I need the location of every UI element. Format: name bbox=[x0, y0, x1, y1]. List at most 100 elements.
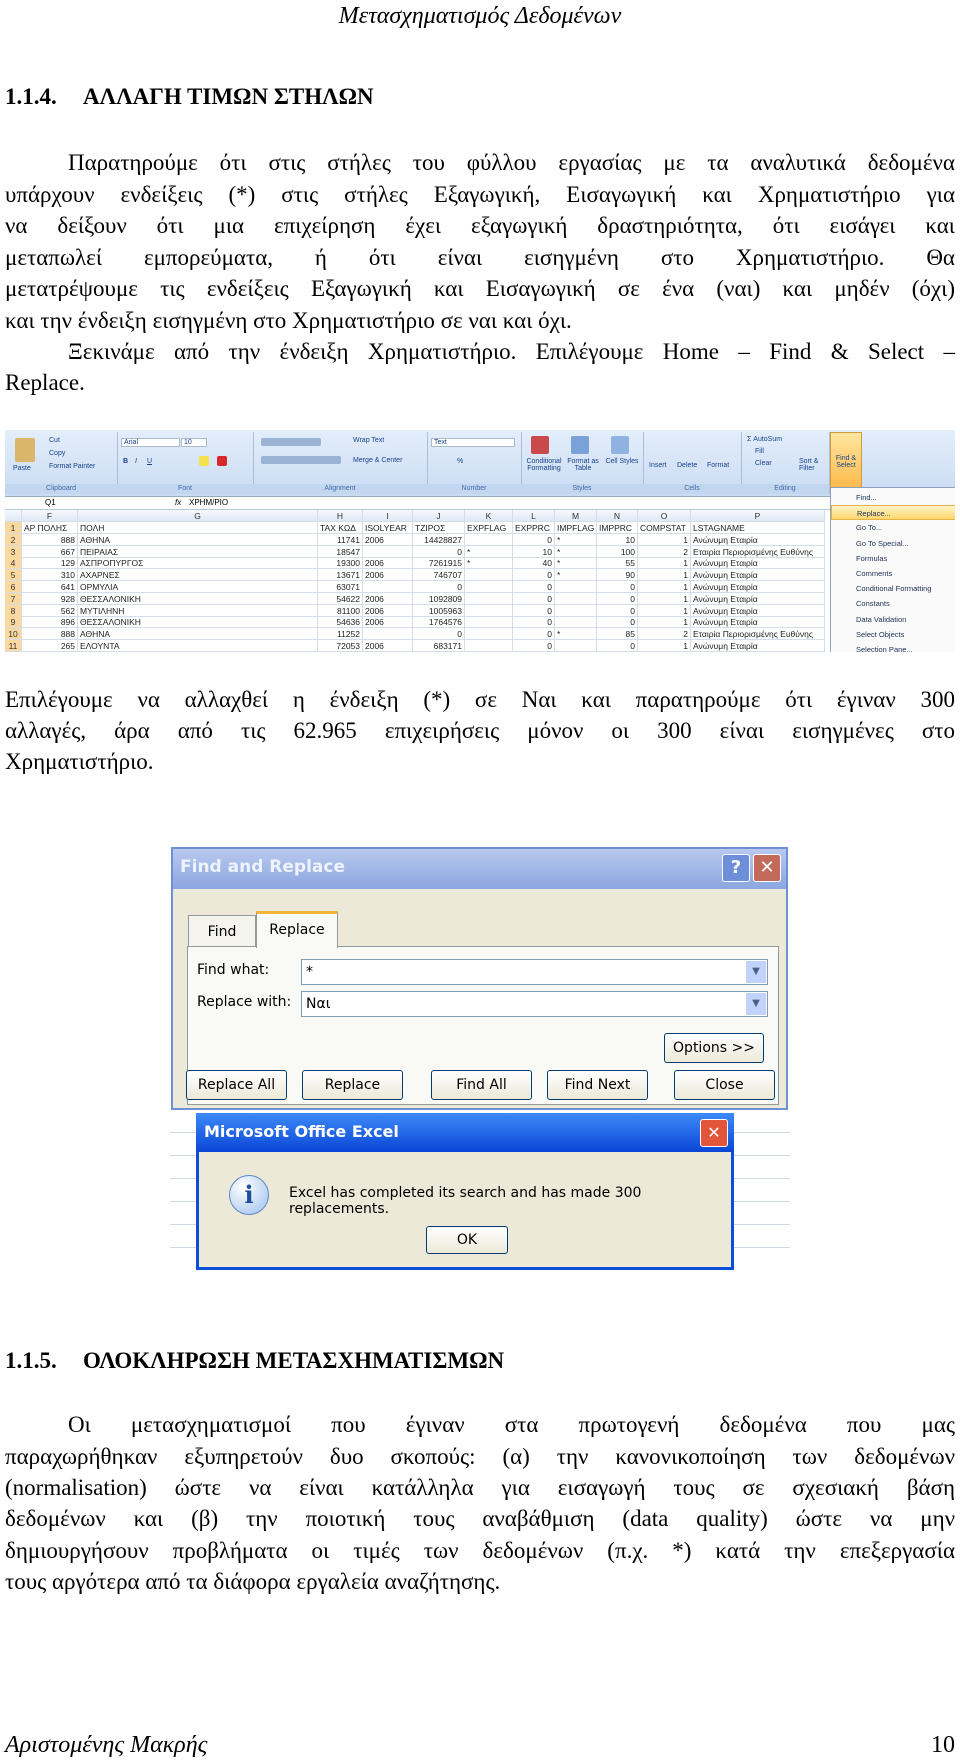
sort-filter-button[interactable]: Sort & Filter bbox=[799, 458, 827, 472]
cell[interactable]: 90 bbox=[597, 569, 638, 582]
row-header[interactable]: 4 bbox=[5, 557, 22, 570]
cell[interactable] bbox=[465, 616, 513, 629]
menu-item[interactable]: Find... bbox=[831, 490, 955, 505]
cell[interactable]: 2 bbox=[638, 628, 691, 641]
column-header[interactable]: J bbox=[413, 510, 465, 522]
row-header[interactable]: 9 bbox=[5, 616, 22, 629]
column-header[interactable]: H bbox=[318, 510, 363, 522]
column-header[interactable]: I bbox=[363, 510, 413, 522]
cell[interactable]: 1 bbox=[638, 616, 691, 629]
column-header[interactable]: G bbox=[78, 510, 318, 522]
cell[interactable]: 2006 bbox=[363, 533, 413, 546]
column-header[interactable]: N bbox=[597, 510, 638, 522]
cell[interactable]: 1092809 bbox=[413, 592, 465, 605]
cell[interactable] bbox=[465, 569, 513, 582]
cell[interactable]: EXPPRC bbox=[513, 522, 555, 534]
formula-input[interactable]: XPHM/PIO bbox=[189, 497, 228, 509]
cell[interactable]: 0 bbox=[513, 592, 555, 605]
cell[interactable]: 310 bbox=[22, 569, 78, 582]
fill-button[interactable]: Fill bbox=[755, 448, 764, 455]
cell[interactable]: 0 bbox=[513, 533, 555, 546]
format-button[interactable]: Format bbox=[707, 462, 729, 469]
cell[interactable]: 683171 bbox=[413, 640, 465, 652]
cell[interactable]: * bbox=[555, 545, 597, 558]
cell[interactable]: 1 bbox=[638, 533, 691, 546]
cell[interactable]: 2006 bbox=[363, 557, 413, 570]
cell[interactable]: LSTAGNAME bbox=[691, 522, 825, 534]
cell[interactable]: 1005963 bbox=[413, 604, 465, 617]
cell[interactable]: 2 bbox=[638, 545, 691, 558]
underline-button[interactable]: U bbox=[147, 458, 152, 465]
ok-button[interactable]: OK bbox=[426, 1226, 508, 1254]
cell[interactable]: 667 bbox=[22, 545, 78, 558]
cell[interactable]: 18547 bbox=[318, 545, 363, 558]
cell[interactable]: Ανώνυμη Εταιρία bbox=[691, 604, 825, 617]
cell[interactable]: * bbox=[555, 628, 597, 641]
close-button[interactable]: Close bbox=[674, 1070, 775, 1100]
cell[interactable]: 641 bbox=[22, 581, 78, 593]
cell[interactable]: 54622 bbox=[318, 592, 363, 605]
cell[interactable]: 72053 bbox=[318, 640, 363, 652]
cell[interactable]: 0 bbox=[597, 616, 638, 629]
close-icon[interactable]: ✕ bbox=[753, 854, 781, 882]
cell[interactable] bbox=[555, 592, 597, 605]
cell[interactable]: ΘΕΣΣΑΛΟΝΙΚΗ bbox=[78, 616, 318, 629]
insert-button[interactable]: Insert bbox=[649, 462, 667, 469]
cell[interactable]: 928 bbox=[22, 592, 78, 605]
cell[interactable]: 11252 bbox=[318, 628, 363, 641]
percent-button[interactable]: % bbox=[457, 458, 463, 465]
fill-color-icon[interactable] bbox=[199, 456, 209, 466]
row-header[interactable]: 3 bbox=[5, 545, 22, 558]
cell[interactable]: * bbox=[555, 557, 597, 570]
cell[interactable]: 19300 bbox=[318, 557, 363, 570]
row-header[interactable]: 1 bbox=[5, 522, 22, 534]
cell[interactable]: IMPPRC bbox=[597, 522, 638, 534]
cell[interactable]: 10 bbox=[597, 533, 638, 546]
find-all-button[interactable]: Find All bbox=[431, 1070, 532, 1100]
cell[interactable] bbox=[555, 581, 597, 593]
row-header[interactable]: 5 bbox=[5, 569, 22, 582]
cell[interactable] bbox=[363, 581, 413, 593]
replace-with-input[interactable]: Ναι ▼ bbox=[301, 991, 768, 1017]
cell[interactable]: 0 bbox=[513, 604, 555, 617]
find-select-button[interactable]: Find & Select bbox=[830, 432, 862, 490]
cell[interactable]: Ανώνυμη Εταιρία bbox=[691, 616, 825, 629]
help-button[interactable]: ? bbox=[722, 854, 750, 882]
cell[interactable] bbox=[555, 640, 597, 652]
row-header[interactable]: 7 bbox=[5, 592, 22, 605]
cell[interactable]: ΠΟΛΗ bbox=[78, 522, 318, 534]
cell[interactable]: 100 bbox=[597, 545, 638, 558]
cell[interactable]: * bbox=[555, 533, 597, 546]
align-icons[interactable] bbox=[261, 438, 321, 446]
font-name-select[interactable]: Arial bbox=[121, 438, 180, 447]
cell[interactable]: 896 bbox=[22, 616, 78, 629]
merge-center-button[interactable]: Merge & Center bbox=[353, 457, 402, 464]
cell[interactable]: Ανώνυμη Εταιρία bbox=[691, 569, 825, 582]
cell[interactable]: ISOLYEAR bbox=[363, 522, 413, 534]
cell[interactable]: 13671 bbox=[318, 569, 363, 582]
cell[interactable]: 10 bbox=[513, 545, 555, 558]
close-icon[interactable]: ✕ bbox=[700, 1119, 728, 1147]
delete-button[interactable]: Delete bbox=[677, 462, 697, 469]
cell[interactable]: 11741 bbox=[318, 533, 363, 546]
cell[interactable]: 0 bbox=[413, 581, 465, 593]
cell[interactable]: ΤΖΙΡΟΣ bbox=[413, 522, 465, 534]
italic-button[interactable]: I bbox=[135, 458, 137, 465]
cell[interactable]: ΕΛΟΥΝΤΑ bbox=[78, 640, 318, 652]
format-painter-button[interactable]: Format Painter bbox=[49, 463, 95, 470]
cell[interactable]: 2006 bbox=[363, 604, 413, 617]
cell[interactable]: 0 bbox=[513, 616, 555, 629]
cell[interactable]: 2006 bbox=[363, 569, 413, 582]
cell[interactable] bbox=[465, 592, 513, 605]
menu-item[interactable]: Comments bbox=[831, 566, 955, 581]
cell[interactable]: 2006 bbox=[363, 592, 413, 605]
conditional-formatting-button[interactable]: Conditional Formatting bbox=[523, 458, 565, 472]
cell[interactable]: 1764576 bbox=[413, 616, 465, 629]
cell[interactable]: 265 bbox=[22, 640, 78, 652]
cut-button[interactable]: Cut bbox=[49, 437, 60, 444]
clear-button[interactable]: Clear bbox=[755, 460, 772, 467]
cell[interactable] bbox=[465, 533, 513, 546]
cell[interactable]: 888 bbox=[22, 533, 78, 546]
cell[interactable]: 0 bbox=[413, 628, 465, 641]
column-header[interactable]: P bbox=[691, 510, 825, 522]
